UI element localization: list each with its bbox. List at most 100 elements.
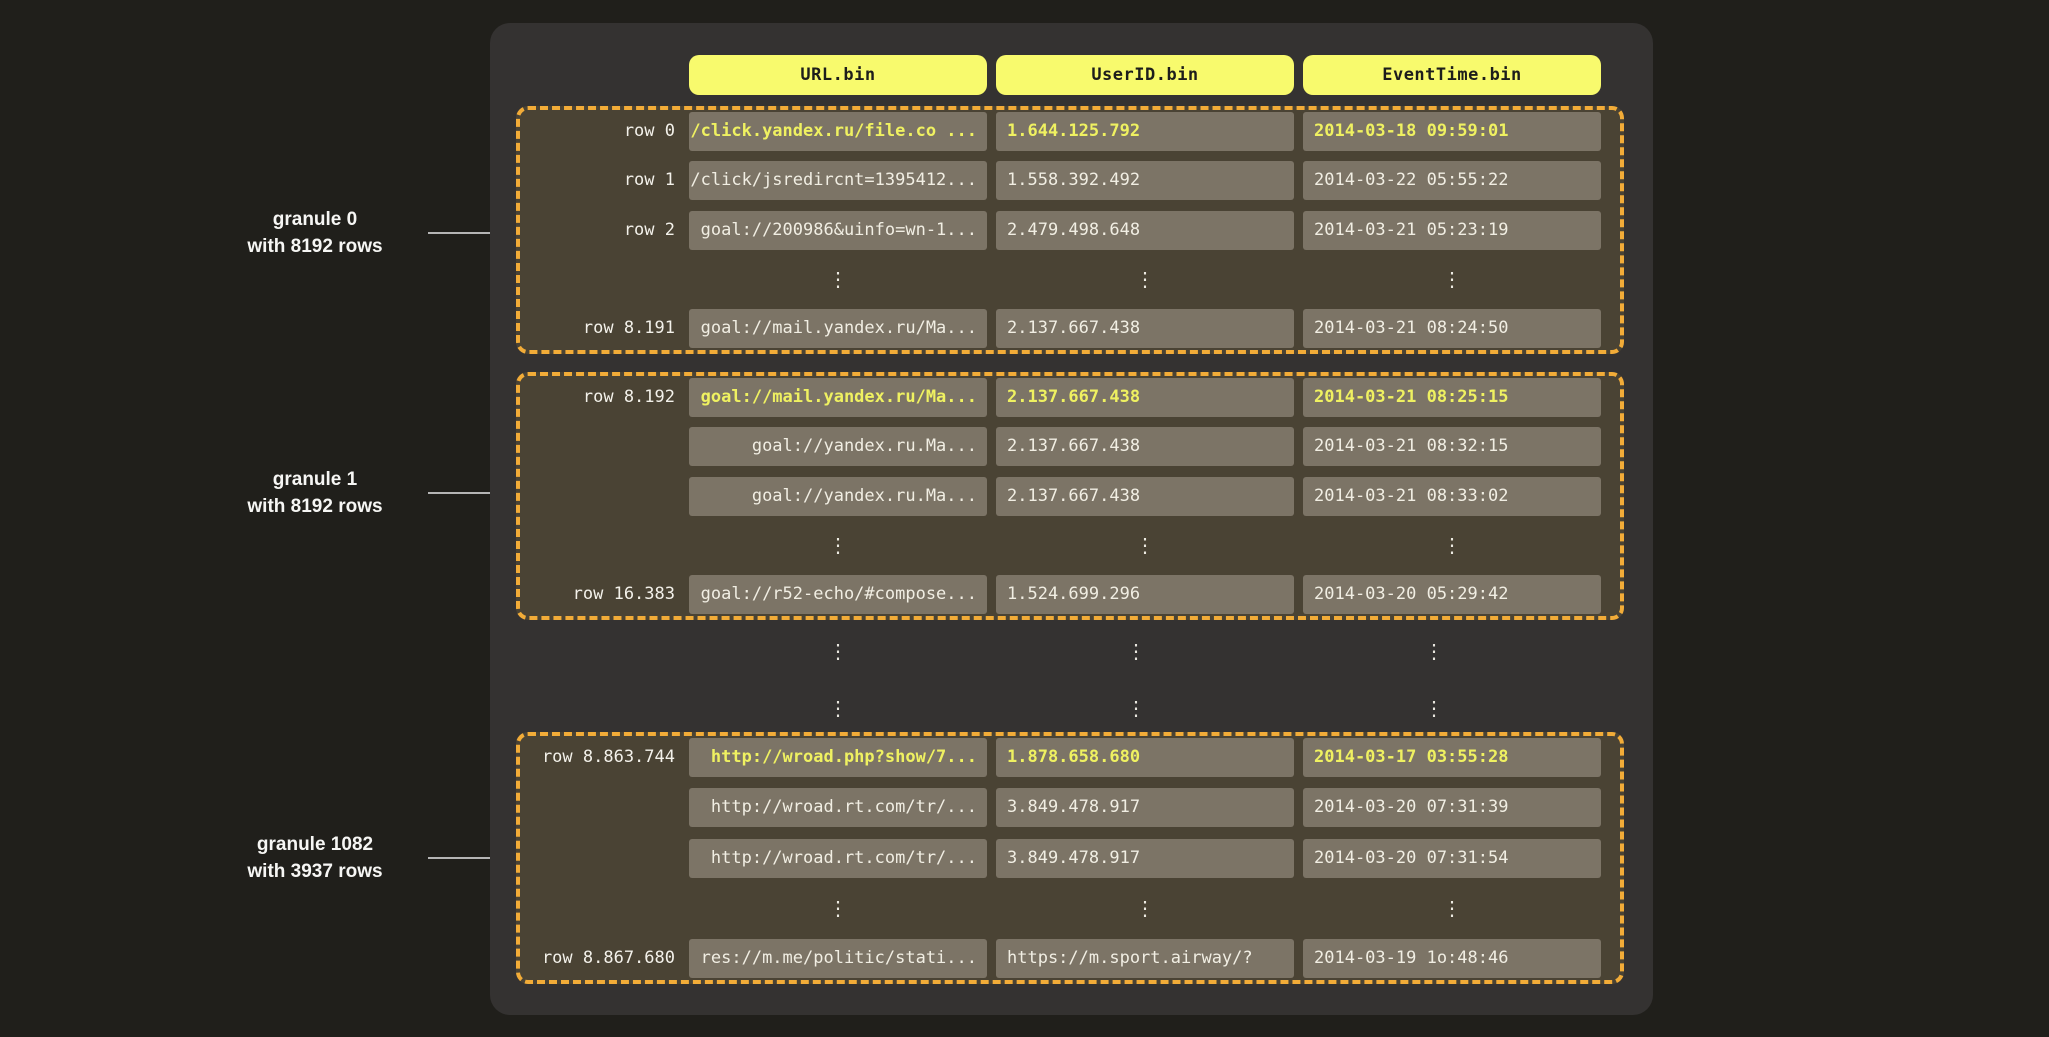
eventtime-cell: 2014-03-20 05:29:42 xyxy=(1303,575,1601,614)
granule-label: granule 0 with 8192 rows xyxy=(200,206,430,260)
vertical-ellipsis: ⋮ xyxy=(996,526,1294,565)
userid-cell: 1.644.125.792 xyxy=(996,112,1294,151)
vertical-ellipsis: ⋮ xyxy=(1303,889,1601,928)
eventtime-cell: 2014-03-21 08:25:15 xyxy=(1303,378,1601,417)
granule-label: granule 1 with 8192 rows xyxy=(200,466,430,520)
eventtime-cell: 2014-03-17 03:55:28 xyxy=(1303,738,1601,777)
table-row: row 0/click.yandex.ru/file.co ...1.644.1… xyxy=(520,112,1620,151)
row-index-label xyxy=(520,526,689,565)
vertical-ellipsis: ⋮ xyxy=(996,889,1294,928)
table-row: row 8.863.744http://wroad.php?show/7...1… xyxy=(520,738,1620,777)
vertical-ellipsis: ⋮ xyxy=(1285,689,1583,728)
userid-cell: 2.137.667.438 xyxy=(996,378,1294,417)
vertical-ellipsis: ⋮ xyxy=(1303,526,1601,565)
row-index-label: row 2 xyxy=(520,211,689,250)
row-index-label xyxy=(520,788,689,827)
userid-cell: 2.137.667.438 xyxy=(996,427,1294,466)
userid-cell: 1.558.392.492 xyxy=(996,161,1294,200)
granule-label-line1: granule 1082 xyxy=(200,831,430,858)
vertical-ellipsis: ⋮ xyxy=(987,689,1285,728)
granule-label-line2: with 8192 rows xyxy=(200,233,430,260)
row-index-label: row 8.867.680 xyxy=(520,939,689,978)
row-index-label xyxy=(520,839,689,878)
row-index-label xyxy=(520,260,689,299)
table-row: row 8.192goal://mail.yandex.ru/Ma...2.13… xyxy=(520,378,1620,417)
table-row: row 8.191goal://mail.yandex.ru/Ma...2.13… xyxy=(520,309,1620,348)
table-row: row 8.867.680res://m.me/politic/stati...… xyxy=(520,939,1620,978)
data-part-panel: URL.bin UserID.bin EventTime.bin row 0/c… xyxy=(490,23,1653,1015)
url-cell: http://wroad.rt.com/tr/... xyxy=(689,839,987,878)
ellipsis-row: ⋮⋮⋮ xyxy=(520,526,1620,565)
clickhouse-granules-diagram: granule 0 with 8192 rows granule 1 with … xyxy=(0,0,2049,1037)
url-cell: goal://yandex.ru.Ma... xyxy=(689,477,987,516)
userid-cell: 2.479.498.648 xyxy=(996,211,1294,250)
eventtime-cell: 2014-03-20 07:31:39 xyxy=(1303,788,1601,827)
vertical-ellipsis: ⋮ xyxy=(987,632,1285,671)
granule-label-line1: granule 1 xyxy=(200,466,430,493)
eventtime-cell: 2014-03-22 05:55:22 xyxy=(1303,161,1601,200)
granule-label-line2: with 8192 rows xyxy=(200,493,430,520)
row-index-label xyxy=(520,427,689,466)
row-index-label: row 8.192 xyxy=(520,378,689,417)
granule-box: row 8.863.744http://wroad.php?show/7...1… xyxy=(516,732,1624,984)
row-index-label: row 16.383 xyxy=(520,575,689,614)
row-index-label: row 1 xyxy=(520,161,689,200)
userid-cell: 2.137.667.438 xyxy=(996,477,1294,516)
between-granules-ellipsis: ⋮ ⋮ ⋮ xyxy=(689,689,1583,728)
column-headers: URL.bin UserID.bin EventTime.bin xyxy=(689,55,1601,95)
url-cell: goal://r52-echo/#compose... xyxy=(689,575,987,614)
userid-cell: https://m.sport.airway/? xyxy=(996,939,1294,978)
granule-label-line1: granule 0 xyxy=(200,206,430,233)
url-cell: res://m.me/politic/stati... xyxy=(689,939,987,978)
table-row: goal://yandex.ru.Ma...2.137.667.4382014-… xyxy=(520,427,1620,466)
table-row: row 2goal://200986&uinfo=wn-1...2.479.49… xyxy=(520,211,1620,250)
row-index-label xyxy=(520,889,689,928)
column-header-eventtime-bin: EventTime.bin xyxy=(1303,55,1601,95)
table-row: row 16.383goal://r52-echo/#compose...1.5… xyxy=(520,575,1620,614)
eventtime-cell: 2014-03-18 09:59:01 xyxy=(1303,112,1601,151)
granule-label-line2: with 3937 rows xyxy=(200,858,430,885)
vertical-ellipsis: ⋮ xyxy=(689,526,987,565)
table-row: row 1/click/jsredircnt=1395412...1.558.3… xyxy=(520,161,1620,200)
vertical-ellipsis: ⋮ xyxy=(689,632,987,671)
url-cell: http://wroad.php?show/7... xyxy=(689,738,987,777)
eventtime-cell: 2014-03-19 1o:48:46 xyxy=(1303,939,1601,978)
column-header-url-bin: URL.bin xyxy=(689,55,987,95)
table-row: http://wroad.rt.com/tr/...3.849.478.9172… xyxy=(520,788,1620,827)
url-cell: /click/jsredircnt=1395412... xyxy=(689,161,987,200)
userid-cell: 3.849.478.917 xyxy=(996,839,1294,878)
vertical-ellipsis: ⋮ xyxy=(1303,260,1601,299)
url-cell: /click.yandex.ru/file.co ... xyxy=(689,112,987,151)
table-row: goal://yandex.ru.Ma...2.137.667.4382014-… xyxy=(520,477,1620,516)
url-cell: goal://mail.yandex.ru/Ma... xyxy=(689,309,987,348)
eventtime-cell: 2014-03-21 08:32:15 xyxy=(1303,427,1601,466)
userid-cell: 1.524.699.296 xyxy=(996,575,1294,614)
vertical-ellipsis: ⋮ xyxy=(1285,632,1583,671)
ellipsis-row: ⋮⋮⋮ xyxy=(520,889,1620,928)
url-cell: goal://mail.yandex.ru/Ma... xyxy=(689,378,987,417)
row-index-label: row 8.863.744 xyxy=(520,738,689,777)
userid-cell: 2.137.667.438 xyxy=(996,309,1294,348)
vertical-ellipsis: ⋮ xyxy=(996,260,1294,299)
eventtime-cell: 2014-03-21 05:23:19 xyxy=(1303,211,1601,250)
row-index-label xyxy=(520,477,689,516)
column-header-userid-bin: UserID.bin xyxy=(996,55,1294,95)
vertical-ellipsis: ⋮ xyxy=(689,889,987,928)
eventtime-cell: 2014-03-20 07:31:54 xyxy=(1303,839,1601,878)
url-cell: goal://200986&uinfo=wn-1... xyxy=(689,211,987,250)
vertical-ellipsis: ⋮ xyxy=(689,689,987,728)
granule-box: row 0/click.yandex.ru/file.co ...1.644.1… xyxy=(516,106,1624,354)
granule-box: row 8.192goal://mail.yandex.ru/Ma...2.13… xyxy=(516,372,1624,620)
eventtime-cell: 2014-03-21 08:33:02 xyxy=(1303,477,1601,516)
userid-cell: 1.878.658.680 xyxy=(996,738,1294,777)
between-granules-ellipsis: ⋮ ⋮ ⋮ xyxy=(689,632,1583,671)
row-index-label: row 0 xyxy=(520,112,689,151)
granule-label: granule 1082 with 3937 rows xyxy=(200,831,430,885)
eventtime-cell: 2014-03-21 08:24:50 xyxy=(1303,309,1601,348)
table-row: http://wroad.rt.com/tr/...3.849.478.9172… xyxy=(520,839,1620,878)
url-cell: http://wroad.rt.com/tr/... xyxy=(689,788,987,827)
vertical-ellipsis: ⋮ xyxy=(689,260,987,299)
userid-cell: 3.849.478.917 xyxy=(996,788,1294,827)
url-cell: goal://yandex.ru.Ma... xyxy=(689,427,987,466)
ellipsis-row: ⋮⋮⋮ xyxy=(520,260,1620,299)
